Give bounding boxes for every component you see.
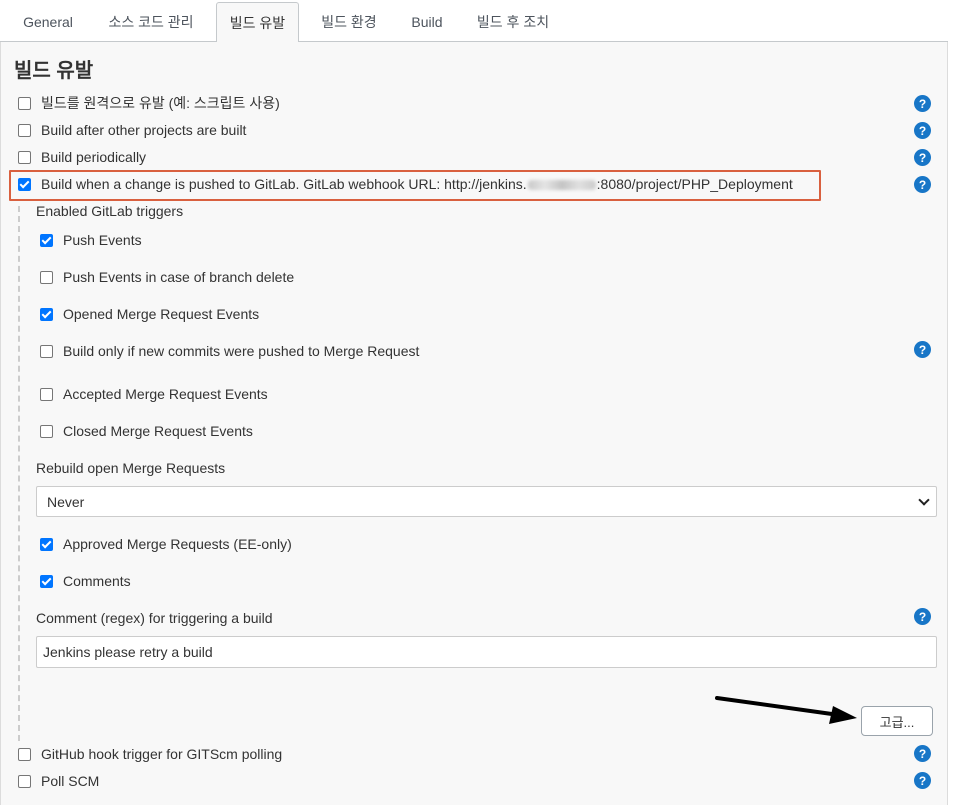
push-events-label: Push Events xyxy=(63,232,142,248)
tab-post-build[interactable]: 빌드 후 조치 xyxy=(462,2,564,42)
push-events-checkbox[interactable] xyxy=(40,233,53,247)
tab-build[interactable]: Build xyxy=(399,2,455,42)
trigger-after-other-checkbox[interactable] xyxy=(18,123,31,137)
jenkins-config-page: General 소스 코드 관리 빌드 유발 빌드 환경 Build 빌드 후 … xyxy=(0,0,955,805)
github-hook-label: GitHub hook trigger for GITScm polling xyxy=(41,746,283,762)
opened-mr-label: Opened Merge Request Events xyxy=(63,306,260,322)
help-icon[interactable]: ? xyxy=(914,608,931,625)
comments-checkbox[interactable] xyxy=(40,574,53,588)
trigger-gitlab-checkbox[interactable] xyxy=(18,177,31,191)
trigger-after-other-label: Build after other projects are built xyxy=(41,122,247,138)
opened-mr-row[interactable]: Opened Merge Request Events xyxy=(40,304,259,324)
section-title: 빌드 유발 xyxy=(14,60,94,82)
tab-general[interactable]: General xyxy=(8,2,88,42)
push-branch-delete-label: Push Events in case of branch delete xyxy=(63,269,295,285)
approved-mr-label: Approved Merge Requests (EE-only) xyxy=(63,536,292,552)
comment-regex-input-value: Jenkins please retry a build xyxy=(43,644,213,660)
advanced-button[interactable]: 고급... xyxy=(861,706,933,736)
help-icon[interactable]: ? xyxy=(914,341,931,358)
push-branch-delete-checkbox[interactable] xyxy=(40,270,53,284)
help-icon[interactable]: ? xyxy=(914,95,931,112)
trigger-remote-label: 빌드를 원격으로 유발 (예: 스크립트 사용) xyxy=(41,95,280,111)
rebuild-mr-select[interactable]: Never xyxy=(36,486,937,517)
help-icon[interactable]: ? xyxy=(914,122,931,139)
enabled-gitlab-triggers-label: Enabled GitLab triggers xyxy=(36,203,184,219)
closed-mr-row[interactable]: Closed Merge Request Events xyxy=(40,421,253,441)
rebuild-mr-label: Rebuild open Merge Requests xyxy=(36,460,226,476)
tab-build-triggers[interactable]: 빌드 유발 xyxy=(216,2,299,43)
push-events-row[interactable]: Push Events xyxy=(40,230,142,250)
closed-mr-checkbox[interactable] xyxy=(40,424,53,438)
push-branch-delete-row[interactable]: Push Events in case of branch delete xyxy=(40,267,294,287)
annotation-arrow-icon xyxy=(715,696,857,724)
trigger-periodic-checkbox[interactable] xyxy=(18,150,31,164)
help-icon[interactable]: ? xyxy=(914,176,931,193)
comment-regex-input[interactable]: Jenkins please retry a build xyxy=(36,636,937,668)
tab-build-env[interactable]: 빌드 환경 xyxy=(305,2,393,42)
accepted-mr-label: Accepted Merge Request Events xyxy=(63,386,268,402)
help-icon[interactable]: ? xyxy=(914,149,931,166)
approved-mr-row[interactable]: Approved Merge Requests (EE-only) xyxy=(40,534,292,554)
trigger-periodic-label: Build periodically xyxy=(41,149,147,165)
help-icon[interactable]: ? xyxy=(914,772,931,789)
accepted-mr-checkbox[interactable] xyxy=(40,387,53,401)
comments-row[interactable]: Comments xyxy=(40,571,131,591)
trigger-remote-checkbox[interactable] xyxy=(18,96,31,110)
github-hook-checkbox[interactable] xyxy=(18,747,31,761)
rebuild-mr-select-value: Never xyxy=(47,493,85,510)
poll-scm-label: Poll SCM xyxy=(41,773,100,789)
github-hook-row[interactable]: GitHub hook trigger for GITScm polling xyxy=(18,744,282,764)
new-commits-mr-checkbox[interactable] xyxy=(40,344,53,358)
poll-scm-row[interactable]: Poll SCM xyxy=(18,771,99,791)
opened-mr-checkbox[interactable] xyxy=(40,307,53,321)
trigger-gitlab-row[interactable]: Build when a change is pushed to GitLab.… xyxy=(18,174,793,194)
config-tabbar: General 소스 코드 관리 빌드 유발 빌드 환경 Build 빌드 후 … xyxy=(0,0,948,43)
approved-mr-checkbox[interactable] xyxy=(40,537,53,551)
new-commits-mr-row[interactable]: Build only if new commits were pushed to… xyxy=(40,341,419,361)
trigger-periodic-row[interactable]: Build periodically xyxy=(18,147,146,167)
comments-label: Comments xyxy=(63,573,131,589)
trigger-after-other-row[interactable]: Build after other projects are built xyxy=(18,120,246,140)
chevron-down-icon xyxy=(918,494,930,506)
closed-mr-label: Closed Merge Request Events xyxy=(63,423,253,439)
trigger-gitlab-label: Build when a change is pushed to GitLab.… xyxy=(41,176,793,192)
poll-scm-checkbox[interactable] xyxy=(18,774,31,788)
nested-block-indicator xyxy=(18,206,20,741)
new-commits-mr-label: Build only if new commits were pushed to… xyxy=(63,343,420,359)
help-icon[interactable]: ? xyxy=(914,745,931,762)
comment-regex-label: Comment (regex) for triggering a build xyxy=(36,610,273,626)
accepted-mr-row[interactable]: Accepted Merge Request Events xyxy=(40,384,268,404)
redacted-domain xyxy=(527,180,596,191)
trigger-remote-row[interactable]: 빌드를 원격으로 유발 (예: 스크립트 사용) xyxy=(18,93,280,113)
tab-source-code[interactable]: 소스 코드 관리 xyxy=(92,2,210,42)
